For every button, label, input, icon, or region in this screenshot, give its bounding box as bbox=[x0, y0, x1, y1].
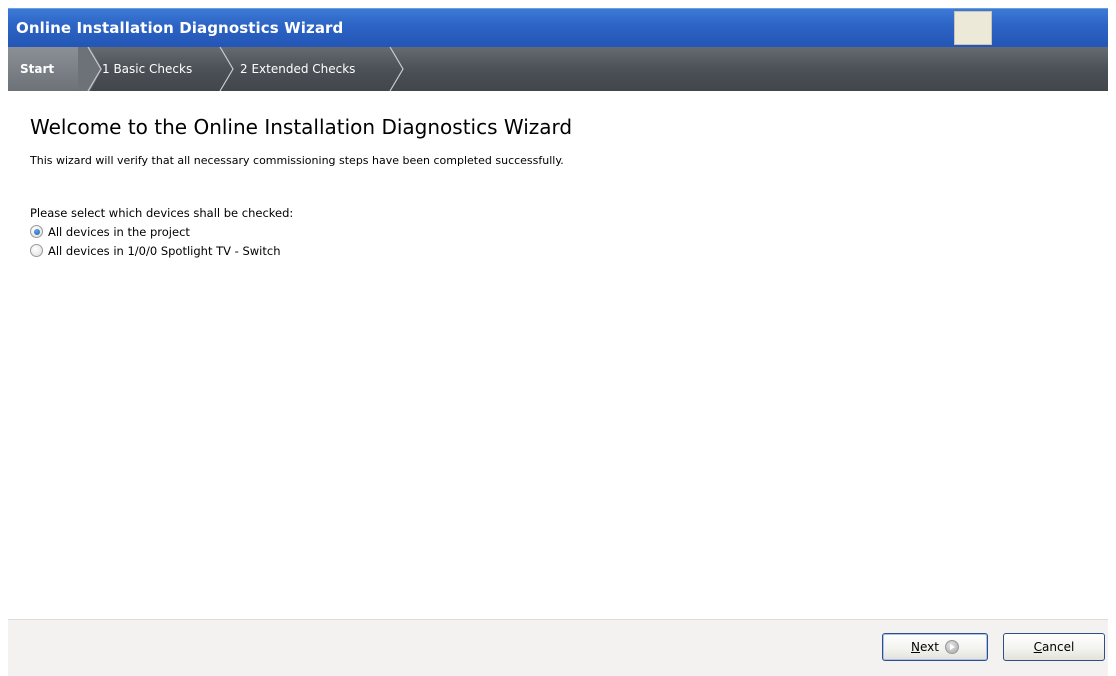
step-start-label: Start bbox=[20, 62, 55, 76]
option-label: All devices in 1/0/0 Spotlight TV - Swit… bbox=[48, 243, 281, 258]
wizard-steps-bar: Start 1 Basic Checks 2 Extended Checks bbox=[8, 47, 1108, 91]
device-selection-prompt: Please select which devices shall be che… bbox=[30, 206, 294, 220]
next-label: ext bbox=[920, 640, 939, 654]
step-extended-checks-label: 2 Extended Checks bbox=[240, 62, 356, 76]
next-mnemonic: N bbox=[911, 640, 920, 654]
radio-button-icon[interactable] bbox=[30, 244, 43, 257]
option-all-devices-project[interactable]: All devices in the project bbox=[30, 224, 190, 239]
wizard-footer: Next Cancel bbox=[8, 619, 1108, 676]
radio-button-icon[interactable] bbox=[30, 225, 43, 238]
title-bar: Online Installation Diagnostics Wizard bbox=[8, 8, 1108, 47]
step-separator-icon bbox=[389, 47, 404, 91]
step-basic-checks: 1 Basic Checks bbox=[102, 47, 192, 91]
window-title: Online Installation Diagnostics Wizard bbox=[16, 19, 344, 37]
window-control-button[interactable] bbox=[954, 11, 992, 45]
cancel-button[interactable]: Cancel bbox=[1003, 633, 1105, 661]
cancel-label: ancel bbox=[1042, 640, 1075, 654]
step-separator-icon bbox=[219, 47, 234, 91]
step-separator-icon bbox=[78, 47, 102, 91]
step-basic-checks-label: 1 Basic Checks bbox=[102, 62, 193, 76]
option-devices-in-group[interactable]: All devices in 1/0/0 Spotlight TV - Swit… bbox=[30, 243, 281, 258]
step-start: Start bbox=[8, 47, 78, 91]
next-button[interactable]: Next bbox=[882, 633, 988, 661]
wizard-window: Online Installation Diagnostics Wizard S… bbox=[0, 0, 1116, 676]
page-title: Welcome to the Online Installation Diagn… bbox=[30, 115, 573, 139]
cancel-mnemonic: C bbox=[1033, 640, 1043, 654]
forward-arrow-icon bbox=[944, 640, 959, 654]
page-description: This wizard will verify that all necessa… bbox=[30, 154, 564, 167]
option-label: All devices in the project bbox=[48, 224, 190, 239]
wizard-content: Welcome to the Online Installation Diagn… bbox=[8, 91, 1108, 619]
step-extended-checks: 2 Extended Checks bbox=[240, 47, 355, 91]
